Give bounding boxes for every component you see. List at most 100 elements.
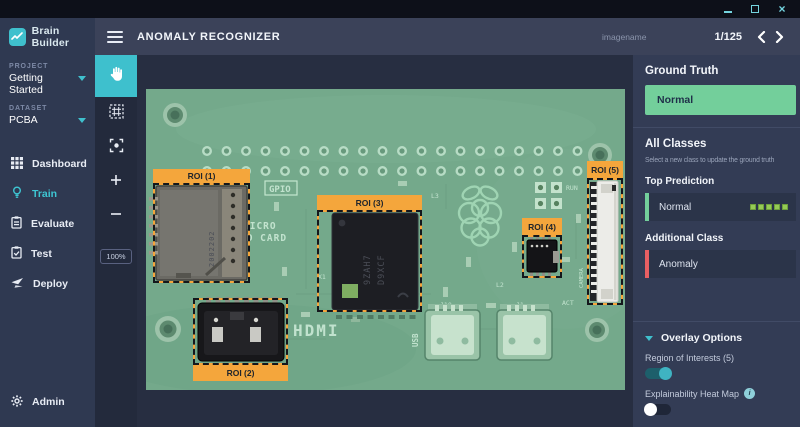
roi-select-button[interactable] [95,97,137,131]
ground-truth-value[interactable]: Normal [645,85,796,115]
svg-text:HDMI: HDMI [293,321,340,340]
top-header: ANOMALY RECOGNIZER imagename 1/125 [95,18,800,55]
svg-text:ACT: ACT [562,299,574,307]
chevron-down-icon [78,118,86,123]
sidebar-item-dashboard[interactable]: Dashboard [0,149,95,179]
all-classes-title: All Classes [645,138,788,150]
class-color-bar [645,193,649,221]
app-window: × Brain Builder PROJECT Getting Started … [0,0,800,427]
roi-box-3[interactable] [317,210,422,312]
inspector-panel: Ground Truth Normal All Classes Select a… [633,55,800,427]
roi-box-2[interactable] [193,298,288,365]
divider [633,321,800,322]
page-title: ANOMALY RECOGNIZER [137,31,280,43]
dataset-label: DATASET [9,105,86,112]
sidebar-item-label: Train [32,188,57,200]
sidebar-nav: Dashboard Train Evaluate [0,149,95,299]
roi-box-5[interactable] [587,178,623,305]
roi-label: ROI (1) [153,169,250,183]
context-selectors: PROJECT Getting Started DATASET PCBA [0,55,95,135]
sidebar-item-evaluate[interactable]: Evaluate [0,209,95,239]
brand-name: Brain Builder [32,25,95,49]
minimize-icon[interactable] [722,3,734,15]
hand-icon [108,66,124,87]
sidebar-item-label: Dashboard [32,158,87,170]
svg-text:CAMERA: CAMERA [579,267,585,288]
project-value: Getting Started [9,72,43,96]
roi-toggle-label: Region of Interests (5) [645,353,788,363]
close-icon[interactable]: × [776,3,788,15]
region-grid-icon [109,104,124,124]
pan-tool-button[interactable] [95,55,137,97]
chevron-right-icon[interactable] [770,28,788,46]
svg-text:GPIO: GPIO [269,185,291,195]
focus-icon [109,138,124,158]
pager-count: 1/125 [714,31,742,43]
roi-box-1[interactable] [153,183,250,283]
project-selector[interactable]: Getting Started [9,72,86,96]
dataset-selector[interactable]: PCBA [9,114,86,126]
heatmap-toggle-text: Explainability Heat Map [645,389,739,399]
sidebar-item-label: Deploy [33,278,68,290]
toggle-knob [659,367,672,380]
heatmap-toggle-label: Explainability Heat Map i [645,388,788,399]
class-name: Normal [659,202,691,213]
pcb-photo-viewport[interactable]: GPIO [146,89,625,390]
maximize-icon[interactable] [749,3,761,15]
brand-logo: Brain Builder [0,18,95,55]
sidebar-item-test[interactable]: Test [0,239,95,269]
plus-icon [110,173,122,191]
sidebar-item-train[interactable]: Train [0,179,95,209]
top-prediction-title: Top Prediction [645,176,788,187]
center-focus-button[interactable] [95,131,137,165]
clipboard-check-icon [11,246,22,262]
additional-class-title: Additional Class [645,233,788,244]
power-port [497,304,552,360]
toggle-knob [644,403,657,416]
overlay-options-header[interactable]: Overlay Options [645,332,788,344]
sidebar-item-admin[interactable]: Admin [0,387,95,417]
roi-label: ROI (3) [317,195,422,210]
sidebar-item-label: Evaluate [31,218,74,230]
chevron-left-icon[interactable] [752,28,770,46]
clipboard-icon [11,216,22,232]
zoom-out-button[interactable] [95,199,137,233]
svg-text:L3: L3 [431,192,439,200]
wave-icon [9,28,26,46]
sidebar-item-label: Test [31,248,52,260]
ground-truth-title: Ground Truth [645,65,788,77]
project-label: PROJECT [9,63,86,70]
roi-toggle[interactable] [645,368,671,379]
dataset-value: PCBA [9,114,38,126]
zoom-level-badge: 100% [100,249,131,264]
svg-text:USB: USB [411,333,420,347]
divider [633,127,800,128]
hamburger-icon[interactable] [107,28,123,46]
svg-text:RUN: RUN [566,184,578,192]
confidence-indicator [750,204,788,210]
zoom-in-button[interactable] [95,165,137,199]
image-canvas: GPIO [137,55,633,427]
class-name: Anomaly [659,259,698,270]
roi-label: ROI (2) [193,365,288,381]
sidebar: Brain Builder PROJECT Getting Started DA… [0,18,95,427]
lightbulb-icon [11,186,23,202]
overlay-options-title: Overlay Options [661,332,742,344]
roi-label: ROI (4) [522,218,562,235]
heatmap-toggle[interactable] [645,404,671,415]
svg-text:L2: L2 [496,281,504,289]
overlay-options-section: Overlay Options Region of Interests (5) … [645,309,788,415]
gear-icon [11,395,23,410]
class-row-anomaly[interactable]: Anomaly [645,250,796,278]
chevron-down-icon [78,76,86,81]
roi-label: ROI (5) [587,161,623,178]
class-row-normal[interactable]: Normal [645,193,796,221]
send-icon [11,277,24,292]
roi-box-4[interactable] [522,235,562,278]
sidebar-item-label: Admin [32,396,65,408]
sidebar-item-deploy[interactable]: Deploy [0,269,95,299]
info-icon[interactable]: i [744,388,755,399]
chevron-down-icon [645,336,653,341]
minus-icon [110,207,122,225]
all-classes-subtitle: Select a new class to update the ground … [645,155,779,164]
